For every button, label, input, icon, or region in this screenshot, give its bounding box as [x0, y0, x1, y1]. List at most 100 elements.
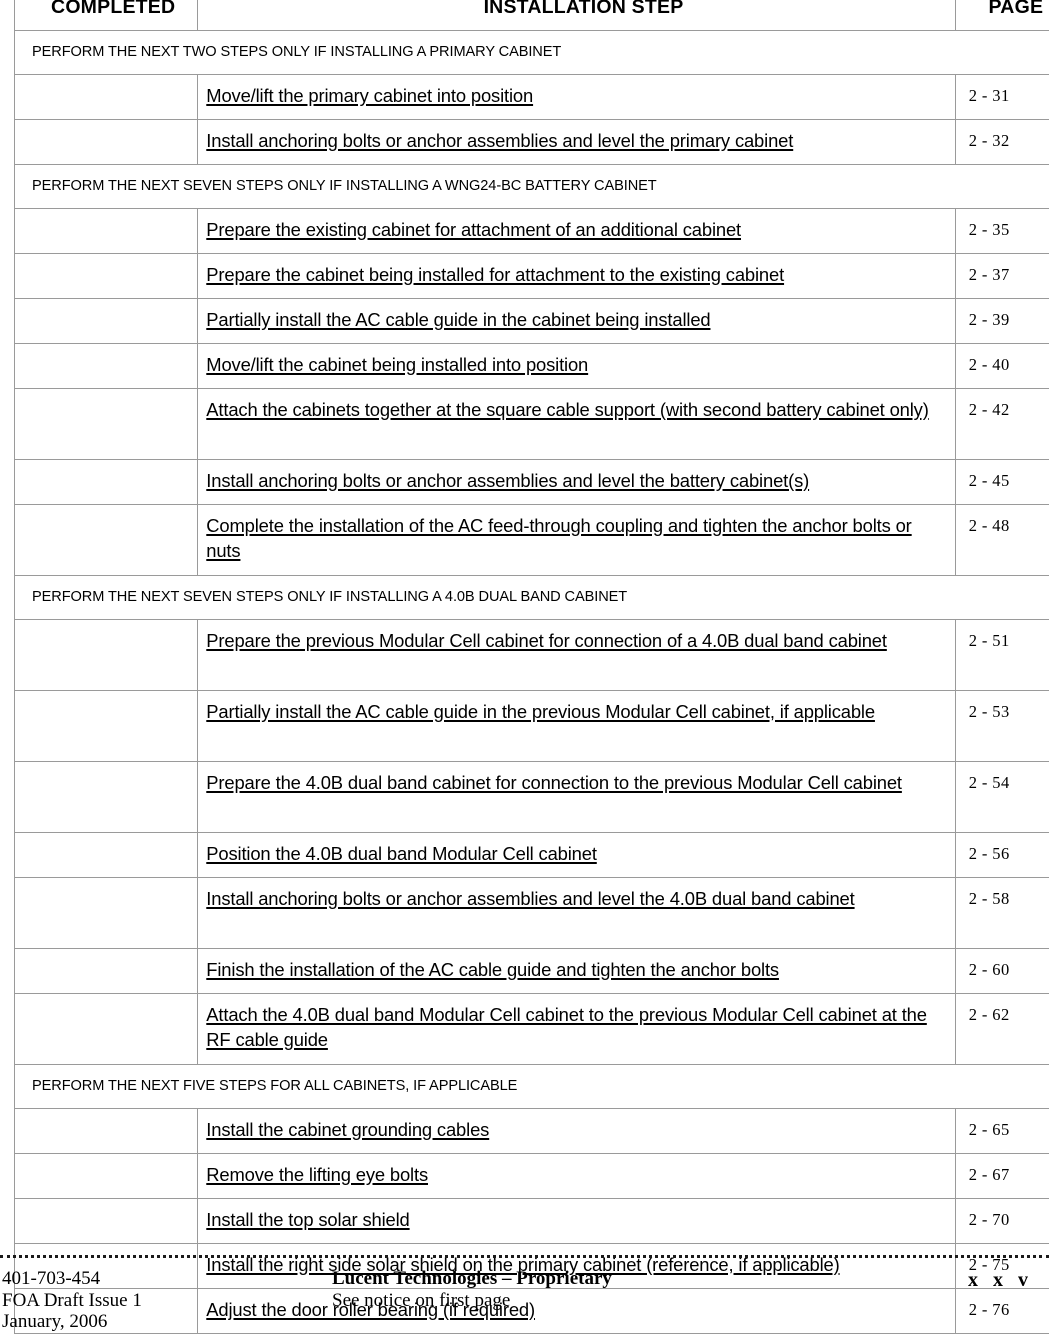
- page-reference-cell[interactable]: 2 - 37: [954, 252, 1049, 299]
- page-reference-cell[interactable]: 2 - 32: [954, 118, 1049, 165]
- table-row[interactable]: Prepare the existing cabinet for attachm…: [13, 207, 1049, 254]
- step-description-cell[interactable]: Partially install the AC cable guide in …: [197, 689, 956, 762]
- step-description-cell[interactable]: Move/lift the cabinet being installed in…: [197, 342, 956, 389]
- step-description-label: Finish the installation of the AC cable …: [206, 958, 779, 980]
- page-reference-label: 2 - 53: [968, 701, 1010, 721]
- completed-checkbox-cell[interactable]: [13, 252, 199, 299]
- table-row[interactable]: Attach the 4.0B dual band Modular Cell c…: [13, 992, 1049, 1065]
- page-reference-label: 2 - 40: [968, 354, 1010, 374]
- section-banner-cell: PERFORM THE NEXT SEVEN STEPS ONLY IF INS…: [14, 574, 1049, 620]
- step-description-cell[interactable]: Install anchoring bolts or anchor assemb…: [197, 458, 956, 505]
- page-reference-cell[interactable]: 2 - 51: [954, 618, 1049, 691]
- completed-checkbox-cell[interactable]: [13, 876, 199, 949]
- step-description-cell[interactable]: Prepare the existing cabinet for attachm…: [197, 207, 956, 254]
- table-row[interactable]: Install anchoring bolts or anchor assemb…: [13, 876, 1049, 949]
- step-description-label: Install anchoring bolts or anchor assemb…: [206, 469, 810, 491]
- step-description-cell[interactable]: Install anchoring bolts or anchor assemb…: [197, 118, 956, 165]
- completed-checkbox-cell[interactable]: [13, 73, 199, 120]
- step-description-label: Install anchoring bolts or anchor assemb…: [206, 887, 855, 909]
- completed-checkbox-cell[interactable]: [13, 458, 199, 505]
- completed-checkbox-cell[interactable]: [13, 618, 199, 691]
- step-description-cell[interactable]: Finish the installation of the AC cable …: [197, 947, 956, 994]
- step-description-cell[interactable]: Remove the lifting eye bolts: [197, 1152, 956, 1199]
- table-row[interactable]: Complete the installation of the AC feed…: [13, 503, 1049, 576]
- completed-checkbox-cell[interactable]: [13, 387, 199, 460]
- section-banner-label: PERFORM THE NEXT SEVEN STEPS ONLY IF INS…: [32, 588, 628, 605]
- table-row[interactable]: Partially install the AC cable guide in …: [13, 689, 1049, 762]
- table-row[interactable]: Install anchoring bolts or anchor assemb…: [13, 458, 1049, 505]
- page-reference-cell[interactable]: 2 - 35: [954, 207, 1049, 254]
- page-reference-label: 2 - 65: [968, 1119, 1010, 1139]
- completed-checkbox-cell[interactable]: [13, 503, 199, 576]
- step-description-cell[interactable]: Move/lift the primary cabinet into posit…: [197, 73, 956, 120]
- step-description-cell[interactable]: Partially install the AC cable guide in …: [197, 297, 956, 344]
- table-row[interactable]: Prepare the previous Modular Cell cabine…: [13, 618, 1049, 691]
- page-reference-cell[interactable]: 2 - 39: [954, 297, 1049, 344]
- completed-checkbox-cell[interactable]: [13, 689, 199, 762]
- completed-checkbox-cell[interactable]: [13, 992, 199, 1065]
- step-description-cell[interactable]: Attach the cabinets together at the squa…: [197, 387, 956, 460]
- step-description-cell[interactable]: Attach the 4.0B dual band Modular Cell c…: [197, 992, 956, 1065]
- completed-checkbox-cell[interactable]: [13, 342, 199, 389]
- page-reference-label: 2 - 70: [968, 1209, 1010, 1229]
- footer-proprietary-line: Lucent Technologies – Proprietary: [332, 1268, 612, 1289]
- table-row[interactable]: Prepare the cabinet being installed for …: [13, 252, 1049, 299]
- step-description-cell[interactable]: Position the 4.0B dual band Modular Cell…: [197, 831, 956, 878]
- page-reference-cell[interactable]: 2 - 60: [954, 947, 1049, 994]
- column-header-page-label: PAGE: [988, 0, 1044, 18]
- completed-checkbox-cell[interactable]: [13, 1152, 199, 1199]
- page-reference-cell[interactable]: 2 - 45: [954, 458, 1049, 505]
- page-reference-cell[interactable]: 2 - 58: [954, 876, 1049, 949]
- section-banner-label: PERFORM THE NEXT FIVE STEPS FOR ALL CABI…: [32, 1077, 518, 1094]
- table-row[interactable]: Finish the installation of the AC cable …: [13, 947, 1049, 994]
- completed-checkbox-cell[interactable]: [13, 1107, 199, 1154]
- step-description-cell[interactable]: Install the top solar shield: [197, 1197, 956, 1244]
- page-reference-cell[interactable]: 2 - 65: [954, 1107, 1049, 1154]
- page-reference-label: 2 - 48: [968, 515, 1010, 535]
- page-reference-cell[interactable]: 2 - 48: [954, 503, 1049, 576]
- step-description-cell[interactable]: Complete the installation of the AC feed…: [197, 503, 956, 576]
- table-row[interactable]: Install the cabinet grounding cables 2 -…: [13, 1107, 1049, 1154]
- completed-checkbox-cell[interactable]: [13, 947, 199, 994]
- step-description-label: Prepare the previous Modular Cell cabine…: [206, 629, 887, 651]
- table-row[interactable]: Prepare the 4.0B dual band cabinet for c…: [13, 760, 1049, 833]
- completed-checkbox-cell[interactable]: [13, 760, 199, 833]
- table-row[interactable]: Install anchoring bolts or anchor assemb…: [13, 118, 1049, 165]
- step-description-cell[interactable]: Prepare the previous Modular Cell cabine…: [197, 618, 956, 691]
- page-reference-cell[interactable]: 2 - 53: [954, 689, 1049, 762]
- completed-checkbox-cell[interactable]: [13, 118, 199, 165]
- page-reference-cell[interactable]: 2 - 70: [954, 1197, 1049, 1244]
- table-row[interactable]: Move/lift the primary cabinet into posit…: [13, 73, 1049, 120]
- table-row[interactable]: Move/lift the cabinet being installed in…: [13, 342, 1049, 389]
- step-description-label: Prepare the cabinet being installed for …: [206, 263, 785, 285]
- table-row[interactable]: Partially install the AC cable guide in …: [13, 297, 1049, 344]
- page-reference-cell[interactable]: 2 - 31: [954, 73, 1049, 120]
- footer-document-number: 401-703-454: [2, 1268, 101, 1289]
- section-banner-cell: PERFORM THE NEXT FIVE STEPS FOR ALL CABI…: [14, 1063, 1049, 1109]
- page-reference-cell[interactable]: 2 - 42: [954, 387, 1049, 460]
- page-reference-cell[interactable]: 2 - 54: [954, 760, 1049, 833]
- page-reference-cell[interactable]: 2 - 62: [954, 992, 1049, 1065]
- step-description-cell[interactable]: Install anchoring bolts or anchor assemb…: [197, 876, 956, 949]
- step-description-label: Partially install the AC cable guide in …: [206, 700, 875, 722]
- step-description-label: Position the 4.0B dual band Modular Cell…: [206, 842, 597, 864]
- page-reference-cell[interactable]: 2 - 56: [954, 831, 1049, 878]
- step-description-label: Move/lift the primary cabinet into posit…: [206, 84, 534, 106]
- column-header-completed: COMPLETED: [13, 0, 199, 31]
- page-reference-cell[interactable]: 2 - 40: [954, 342, 1049, 389]
- completed-checkbox-cell[interactable]: [13, 297, 199, 344]
- page-footer: 401-703-454 FOA Draft Issue 1 January, 2…: [0, 1255, 1049, 1333]
- completed-checkbox-cell[interactable]: [13, 207, 199, 254]
- table-row[interactable]: Position the 4.0B dual band Modular Cell…: [13, 831, 1049, 878]
- page-reference-label: 2 - 31: [968, 85, 1010, 105]
- step-description-cell[interactable]: Install the cabinet grounding cables: [197, 1107, 956, 1154]
- completed-checkbox-cell[interactable]: [13, 1197, 199, 1244]
- page-reference-cell[interactable]: 2 - 67: [954, 1152, 1049, 1199]
- table-row[interactable]: Install the top solar shield 2 - 70: [13, 1197, 1049, 1244]
- table-row[interactable]: Attach the cabinets together at the squa…: [13, 387, 1049, 460]
- step-description-cell[interactable]: Prepare the 4.0B dual band cabinet for c…: [197, 760, 956, 833]
- step-description-cell[interactable]: Prepare the cabinet being installed for …: [197, 252, 956, 299]
- completed-checkbox-cell[interactable]: [13, 831, 199, 878]
- page-reference-label: 2 - 51: [968, 630, 1010, 650]
- table-row[interactable]: Remove the lifting eye bolts 2 - 67: [13, 1152, 1049, 1199]
